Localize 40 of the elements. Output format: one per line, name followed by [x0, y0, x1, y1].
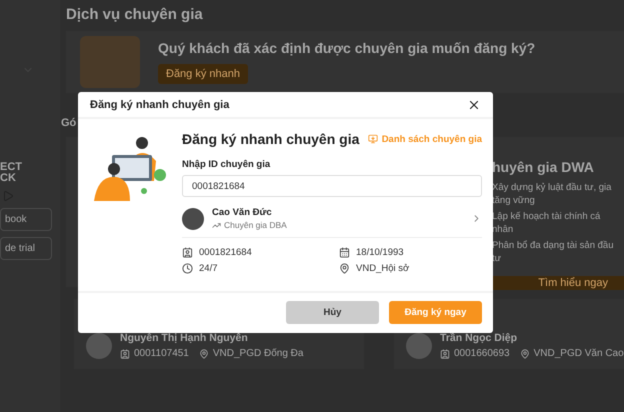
- monitor-download-icon: [368, 134, 378, 144]
- expert-id: 0001660693: [454, 348, 510, 359]
- section-title: Gó: [61, 117, 78, 129]
- clock-icon: [182, 263, 193, 274]
- info-item: 24/7: [182, 263, 339, 274]
- quick-register-button[interactable]: Đăng ký nhanh: [158, 64, 248, 84]
- expert-branch: VND_PGD Đống Đa: [212, 348, 304, 359]
- dialog-title: Đăng ký nhanh chuyên gia: [90, 98, 230, 110]
- location-pin-icon: [339, 263, 350, 274]
- dialog-heading: Đăng ký nhanh chuyên gia: [182, 131, 360, 147]
- info-item: 18/10/1993: [339, 247, 482, 258]
- sidebar-button[interactable]: book: [0, 208, 52, 231]
- info-item: VND_Hội sở: [339, 263, 482, 274]
- cancel-button[interactable]: Hủy: [286, 300, 379, 324]
- banner-question: Quý khách đã xác định được chuyên gia muốn đăng ký?: [158, 40, 536, 56]
- package-title: huyên gia DWA: [492, 159, 595, 175]
- expert-item[interactable]: Cao Văn Đức Chuyên gia DBA: [182, 197, 482, 238]
- avatar: [182, 208, 204, 230]
- expert-id: 0001107451: [134, 348, 189, 359]
- avatar: [86, 333, 112, 359]
- trend-chart-icon: [212, 220, 221, 230]
- avatar: [406, 333, 432, 359]
- info-item: 0001821684: [182, 247, 339, 258]
- app-label: ECT CK: [0, 162, 23, 184]
- location-pin-icon: [198, 348, 209, 358]
- expert-id-field[interactable]: 0001821684: [182, 175, 482, 197]
- id-card-icon: [182, 247, 193, 258]
- expert-name: Trần Ngọc Diệp: [440, 332, 518, 344]
- field-label: Nhập ID chuyên gia: [182, 159, 272, 170]
- expert-name: Nguyễn Thị Hạnh Nguyên: [120, 332, 249, 344]
- sidebar-button[interactable]: de trial: [0, 237, 52, 260]
- page-title: Dịch vụ chuyên gia: [66, 6, 204, 23]
- expert-role: Chuyên gia DBA: [212, 220, 463, 230]
- illustration-placeholder: [80, 36, 140, 88]
- expert-name: Cao Văn Đức: [212, 207, 273, 218]
- id-card-icon: [120, 348, 130, 358]
- calendar-icon: [339, 247, 350, 258]
- expert-branch: VND_PGD Văn Cao: [534, 348, 624, 359]
- location-pin-icon: [520, 348, 530, 358]
- id-card-icon: [440, 348, 450, 358]
